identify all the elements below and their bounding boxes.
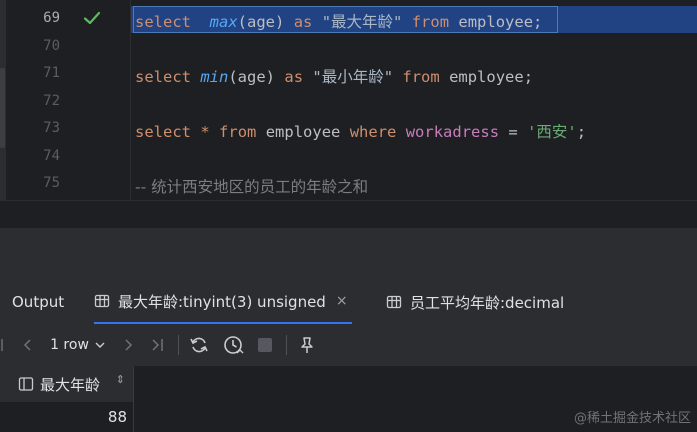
keyword-as: as	[293, 13, 313, 31]
alias-string: "最小年龄"	[312, 68, 394, 86]
tab-output[interactable]: Output	[12, 280, 64, 324]
code-text[interactable]: select max(age) as "最大年龄" from employee;	[135, 10, 542, 32]
function-min: min	[200, 68, 229, 86]
code-text[interactable]: select * from employee where workadress …	[135, 120, 586, 142]
function-args: (age)	[237, 13, 285, 31]
table-icon	[94, 294, 110, 308]
row-count-label: 1 row	[50, 337, 89, 353]
table-name: employee;	[458, 13, 543, 31]
code-line-73[interactable]: select * from employee where workadress …	[131, 116, 697, 143]
gutter-line-74: 74	[6, 144, 130, 171]
gutter-line-69: 69	[6, 6, 130, 33]
stop-icon[interactable]	[254, 334, 276, 356]
code-area[interactable]: select max(age) as "最大年龄" from employee;…	[131, 0, 697, 200]
close-icon[interactable]: ×	[336, 293, 348, 309]
keyword-from: from	[219, 123, 257, 141]
history-icon[interactable]	[220, 334, 246, 356]
nav-prev-icon[interactable]	[18, 334, 38, 356]
gutter-line-75: 75	[6, 171, 130, 198]
table-icon	[386, 295, 402, 309]
tab-label: 员工平均年龄:decimal	[410, 293, 565, 312]
code-line-75[interactable]: -- 统计西安地区的员工的年龄之和	[131, 171, 697, 198]
tab-label: 最大年龄:tinyint(3) unsigned	[118, 292, 326, 311]
check-icon	[83, 11, 101, 25]
gutter-line-70: 70	[6, 34, 130, 61]
toolbar-separator	[286, 335, 287, 355]
line-gutter: 69 70 71 72 73 74 75	[6, 0, 130, 200]
function-args: (age)	[228, 68, 276, 86]
results-grid[interactable]: 最大年龄 ⇕ 88 @稀土掘金技术社区	[0, 366, 697, 432]
keyword-select: select	[135, 68, 191, 86]
pin-icon[interactable]	[296, 334, 318, 356]
tab-label: Output	[12, 293, 65, 311]
chevron-down-icon	[95, 342, 105, 348]
semicolon: ;	[576, 123, 587, 141]
tab-avg-age-result[interactable]: 员工平均年龄:decimal	[386, 280, 564, 324]
gutter-line-73: 73	[6, 116, 130, 143]
code-comment[interactable]: -- 统计西安地区的员工的年龄之和	[135, 175, 368, 197]
nav-first-icon[interactable]	[0, 334, 10, 356]
line-number: 72	[43, 93, 60, 109]
line-number: 75	[43, 175, 60, 191]
star-operator: *	[200, 123, 210, 141]
keyword-select: select	[135, 13, 191, 31]
gutter-line-71: 71	[6, 61, 130, 88]
code-line-69[interactable]: select max(age) as "最大年龄" from employee;	[131, 6, 697, 33]
code-line-71[interactable]: select min(age) as "最小年龄" from employee;	[131, 61, 697, 88]
nav-last-icon[interactable]	[146, 334, 170, 356]
line-number: 70	[43, 38, 60, 54]
editor-scroll-marker[interactable]	[0, 68, 5, 148]
nav-next-icon[interactable]	[118, 334, 138, 356]
keyword-from: from	[411, 13, 450, 31]
keyword-where: where	[349, 123, 397, 141]
cell-value: 88	[107, 408, 127, 426]
keyword-from: from	[402, 68, 440, 86]
function-max: max	[209, 13, 238, 31]
refresh-icon[interactable]	[186, 334, 212, 356]
line-number: 73	[43, 120, 60, 136]
line-number: 74	[43, 148, 60, 164]
sort-icon[interactable]: ⇕	[116, 374, 125, 385]
column-name: workadress	[405, 123, 500, 141]
table-name: employee	[265, 123, 341, 141]
tab-max-age-result[interactable]: 最大年龄:tinyint(3) unsigned ×	[94, 280, 352, 324]
table-cell[interactable]: 88	[0, 402, 134, 432]
keyword-as: as	[284, 68, 304, 86]
keyword-select: select	[135, 123, 191, 141]
editor-bottom-band	[0, 200, 697, 229]
watermark: @稀土掘金技术社区	[573, 411, 691, 426]
toolbar-separator	[178, 335, 179, 355]
results-toolbar: 1 row	[0, 324, 697, 366]
panel-spacer	[0, 228, 697, 280]
column-header-label: 最大年龄	[40, 375, 101, 394]
line-number: 69	[43, 10, 60, 26]
sql-editor[interactable]: 69 70 71 72 73 74 75 select max(age) as …	[0, 0, 697, 200]
column-header-max-age[interactable]: 最大年龄 ⇕	[0, 366, 134, 402]
table-name: employee;	[449, 68, 534, 86]
line-number: 71	[43, 65, 60, 81]
code-text[interactable]: select min(age) as "最小年龄" from employee;	[135, 65, 533, 87]
string-literal: '西安'	[527, 123, 577, 141]
results-tab-bar: Output 最大年龄:tinyint(3) unsigned × 员工平均年龄…	[0, 280, 697, 325]
column-icon	[18, 377, 34, 391]
gutter-line-72: 72	[6, 89, 130, 116]
row-count-dropdown[interactable]: 1 row	[48, 334, 108, 356]
equals-operator: =	[508, 123, 518, 141]
alias-string: "最大年龄"	[321, 13, 403, 31]
